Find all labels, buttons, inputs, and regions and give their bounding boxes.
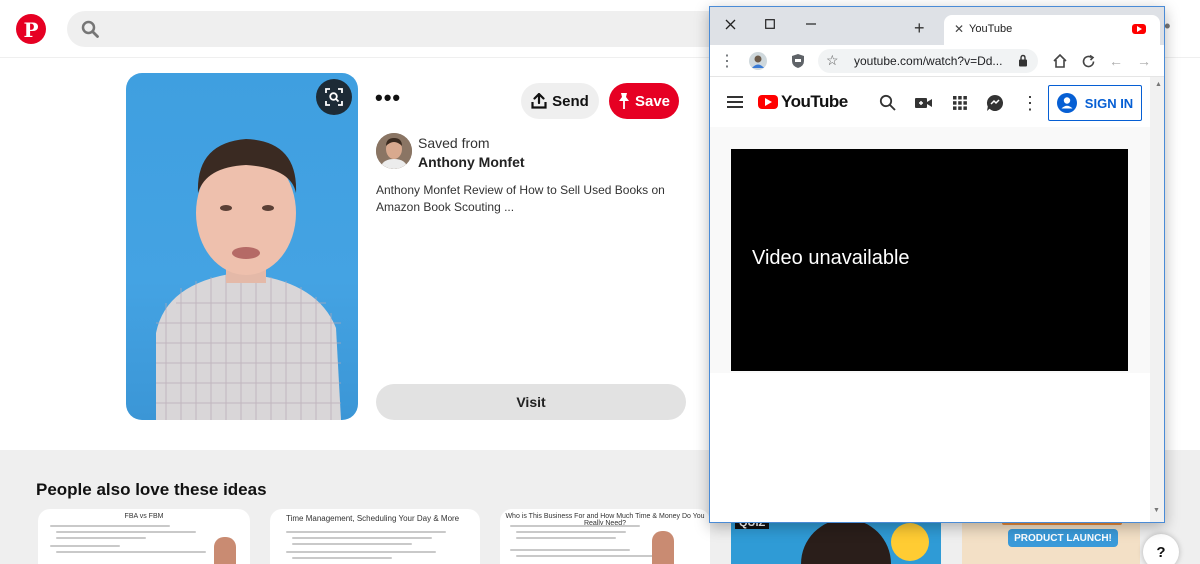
thumb-text-line — [56, 531, 196, 533]
tab-strip: + ✕ YouTube — [710, 7, 1164, 45]
related-thumb[interactable]: Time Management, Scheduling Your Day & M… — [270, 509, 480, 564]
minimize-icon — [806, 23, 816, 25]
scrollbar[interactable] — [1150, 77, 1164, 522]
pin-image[interactable] — [126, 73, 358, 420]
thumb-text-line — [56, 551, 206, 553]
close-icon — [725, 19, 735, 29]
saved-from-label: Saved from — [418, 135, 490, 151]
search-icon[interactable] — [878, 93, 898, 113]
hamburger-menu-icon[interactable] — [727, 96, 743, 108]
account-glyph — [1061, 97, 1073, 109]
thumb-person — [801, 519, 891, 564]
thumb-title: Time Management, Scheduling Your Day & M… — [286, 514, 460, 523]
search-icon — [81, 20, 99, 38]
tab-title: YouTube — [969, 23, 1013, 35]
save-button[interactable]: Save — [609, 83, 679, 119]
tab-close-icon[interactable]: ✕ — [954, 22, 964, 36]
tab-youtube[interactable]: ✕ YouTube — [944, 15, 1160, 45]
lens-icon — [325, 88, 343, 106]
thumb-text-line — [516, 555, 656, 557]
shield-extension-button[interactable] — [788, 51, 808, 71]
chat-icon — [986, 94, 1004, 111]
scroll-up-icon[interactable]: ▲ — [1155, 81, 1162, 88]
search-bar[interactable] — [67, 11, 727, 47]
reload-button[interactable] — [1078, 51, 1098, 71]
menu-kebab-icon[interactable]: ⋮ — [719, 51, 735, 71]
address-bar[interactable]: ☆ youtube.com/watch?v=Dd... — [818, 49, 1038, 73]
thumb-title: FBA vs FBM — [124, 513, 164, 520]
messages-icon[interactable] — [985, 93, 1005, 113]
back-arrow-icon[interactable]: ← — [1106, 51, 1126, 71]
pinterest-logo-glyph: P — [23, 17, 39, 42]
forward-arrow-icon[interactable]: → — [1134, 51, 1154, 71]
pin-more-options[interactable]: ••• — [375, 87, 401, 109]
create-video-icon[interactable] — [914, 93, 934, 113]
avatar-photo — [376, 133, 412, 169]
bookmark-star-icon[interactable]: ☆ — [826, 52, 839, 69]
profile-avatar[interactable] — [748, 51, 768, 71]
scroll-down-icon[interactable]: ▼ — [1153, 507, 1160, 514]
related-thumb[interactable]: Who is This Business For and How Much Ti… — [500, 509, 710, 564]
thumb-text-line — [286, 531, 446, 533]
related-thumb[interactable]: FBA vs FBM — [38, 509, 250, 564]
send-button[interactable]: Send — [521, 83, 599, 119]
maximize-window-button[interactable] — [759, 13, 781, 35]
lock-icon[interactable] — [1018, 54, 1028, 67]
pin-description: Anthony Monfet Review of How to Sell Use… — [376, 183, 665, 214]
youtube-favicon-icon — [1132, 24, 1146, 34]
thumb-text-line — [56, 537, 146, 539]
save-label: Save — [634, 92, 671, 110]
thumb-text-line — [510, 549, 630, 551]
shield-icon — [792, 54, 804, 68]
thumb-text-line — [292, 537, 432, 539]
thumb-text-line — [286, 551, 436, 553]
emoji-thinking-icon — [891, 523, 929, 561]
url-text: youtube.com/watch?v=Dd... — [854, 54, 1003, 68]
minimize-window-button[interactable] — [800, 13, 822, 35]
thumb-person — [652, 531, 674, 564]
maximize-icon — [765, 19, 775, 29]
related-title: People also love these ideas — [36, 480, 267, 499]
settings-kebab-icon[interactable]: ⋮ — [1020, 93, 1040, 113]
thumb-person — [214, 537, 236, 564]
video-player[interactable]: Video unavailable — [731, 149, 1128, 371]
grid-icon — [953, 96, 967, 110]
youtube-header: YouTube ⋮ SIGN IN — [710, 79, 1150, 127]
apps-grid-icon[interactable] — [950, 93, 970, 113]
reload-icon — [1082, 54, 1094, 67]
author-avatar[interactable] — [376, 133, 412, 169]
account-circle-icon — [1056, 93, 1077, 113]
pin-photo — [156, 139, 341, 420]
profile-icon — [749, 52, 767, 70]
browser-toolbar: ⋮ ☆ youtube.com/watch?v=Dd... ← → — [710, 45, 1164, 77]
thumb-text-line — [516, 537, 616, 539]
thumb-text-line — [516, 531, 626, 533]
share-icon — [531, 93, 547, 109]
search-icon-glyph — [879, 94, 896, 111]
home-icon — [1053, 53, 1067, 68]
thumb-text-line — [50, 545, 120, 547]
help-button[interactable]: ? — [1143, 534, 1179, 564]
pin-icon — [618, 93, 629, 109]
thumb-text-line — [50, 525, 170, 527]
home-button[interactable] — [1050, 51, 1070, 71]
thumb-text-line — [510, 525, 640, 527]
thumb-text-line — [292, 557, 392, 559]
visual-search-button[interactable] — [316, 79, 352, 115]
new-tab-button[interactable]: + — [914, 19, 925, 37]
video-unavailable-message: Video unavailable — [752, 247, 910, 269]
pinterest-logo[interactable]: P — [16, 14, 46, 44]
youtube-logo-icon[interactable] — [758, 95, 778, 109]
thumb-text-line — [292, 543, 412, 545]
camera-icon — [915, 98, 932, 108]
visit-button[interactable]: Visit — [376, 384, 686, 420]
thumb-title: PRODUCT LAUNCH! — [1008, 529, 1118, 547]
sign-in-label: SIGN IN — [1084, 95, 1134, 111]
send-label: Send — [552, 92, 589, 110]
browser-popup-window: + ✕ YouTube ⋮ ☆ youtube.com/watch?v=Dd..… — [709, 6, 1165, 523]
youtube-logo-text[interactable]: YouTube — [781, 92, 848, 112]
author-name[interactable]: Anthony Monfet — [418, 154, 525, 170]
sign-in-button[interactable]: SIGN IN — [1048, 85, 1142, 121]
close-window-button[interactable] — [719, 13, 741, 35]
